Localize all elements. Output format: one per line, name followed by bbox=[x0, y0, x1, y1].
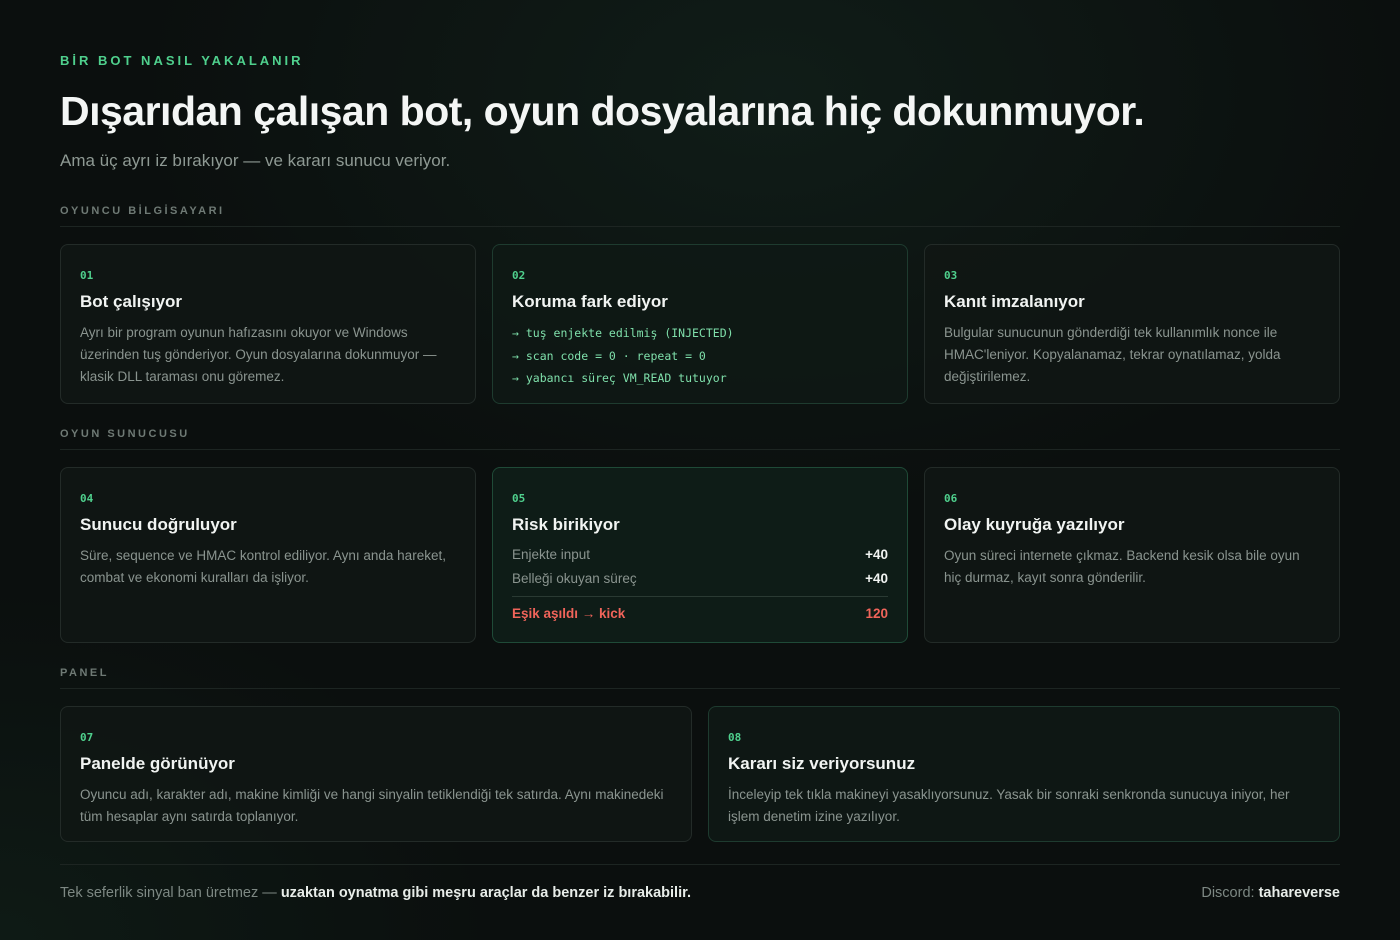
page-title: Dışarıdan çalışan bot, oyun dosyalarına … bbox=[60, 88, 1145, 134]
detection-signals: → tuş enjekte edilmiş (INJECTED) → scan … bbox=[512, 322, 888, 390]
step-description: Süre, sequence ve HMAC kontrol ediliyor.… bbox=[80, 548, 446, 585]
discord-handle[interactable]: tahareverse bbox=[1259, 885, 1340, 901]
section-label-oyuncu-bilgisayari: OYUNCU BİLGİSAYARI bbox=[60, 205, 1340, 227]
step-number: 04 bbox=[80, 492, 94, 505]
signal-line: → tuş enjekte edilmiş (INJECTED) bbox=[512, 326, 734, 340]
step-card-03: 03 Kanıt imzalanıyor Bulgular sunucunun … bbox=[924, 244, 1340, 404]
step-card-06: 06 Olay kuyruğa yazılıyor Oyun süreci in… bbox=[924, 467, 1340, 643]
step-card-08: 08 Kararı siz veriyorsunuz İnceleyip tek… bbox=[708, 706, 1340, 842]
risk-row: Belleği okuyan süreç +40 bbox=[512, 567, 888, 591]
footer-contact: Discord: tahareverse bbox=[1201, 885, 1340, 901]
step-card-07: 07 Panelde görünüyor Oyuncu adı, karakte… bbox=[60, 706, 692, 842]
step-card-01: 01 Bot çalışıyor Ayrı bir program oyunun… bbox=[60, 244, 476, 404]
risk-divider bbox=[512, 596, 888, 597]
footer-note: Tek seferlik sinyal ban üretmez — uzakta… bbox=[60, 885, 691, 901]
step-number: 05 bbox=[512, 492, 526, 505]
risk-total-label: Eşik aşıldı → kick bbox=[512, 606, 626, 621]
risk-value: +40 bbox=[865, 571, 888, 586]
step-description: Bulgular sunucunun gönderdiği tek kullan… bbox=[944, 325, 1281, 384]
signal-line: → yabancı süreç VM_READ tutuyor bbox=[512, 371, 727, 385]
step-card-04: 04 Sunucu doğruluyor Süre, sequence ve H… bbox=[60, 467, 476, 643]
eyebrow: BİR BOT NASIL YAKALANIR bbox=[60, 53, 304, 68]
page-subtitle: Ama üç ayrı iz bırakıyor — ve kararı sun… bbox=[60, 151, 451, 170]
step-description: Oyun süreci internete çıkmaz. Backend ke… bbox=[944, 548, 1300, 585]
step-number: 06 bbox=[944, 492, 958, 505]
step-card-05: 05 Risk birikiyor Enjekte input +40 Bell… bbox=[492, 467, 908, 643]
risk-value: +40 bbox=[865, 547, 888, 562]
contact-label: Discord: bbox=[1201, 885, 1259, 901]
step-number: 03 bbox=[944, 269, 958, 282]
step-title: Risk birikiyor bbox=[512, 515, 620, 534]
risk-total-row: Eşik aşıldı → kick 120 bbox=[512, 601, 888, 627]
step-number: 07 bbox=[80, 731, 94, 744]
step-number: 02 bbox=[512, 269, 526, 282]
risk-row: Enjekte input +40 bbox=[512, 543, 888, 567]
step-description: İnceleyip tek tıkla makineyi yasaklıyors… bbox=[728, 787, 1290, 824]
step-title: Kanıt imzalanıyor bbox=[944, 292, 1085, 311]
step-card-02: 02 Koruma fark ediyor → tuş enjekte edil… bbox=[492, 244, 908, 404]
signal-line: → scan code = 0 · repeat = 0 bbox=[512, 348, 706, 363]
risk-label: Belleği okuyan süreç bbox=[512, 571, 637, 586]
step-description: Ayrı bir program oyunun hafızasını okuyo… bbox=[80, 325, 437, 384]
step-title: Olay kuyruğa yazılıyor bbox=[944, 515, 1125, 534]
footer-note-plain: Tek seferlik sinyal ban üretmez — bbox=[60, 885, 281, 901]
risk-table: Enjekte input +40 Belleği okuyan süreç +… bbox=[512, 543, 888, 627]
section-label-panel: PANEL bbox=[60, 667, 1340, 689]
footer-note-bold: uzaktan oynatma gibi meşru araçlar da be… bbox=[280, 885, 691, 901]
step-title: Kararı siz veriyorsunuz bbox=[728, 754, 916, 773]
step-title: Koruma fark ediyor bbox=[512, 292, 668, 311]
step-title: Panelde görünüyor bbox=[80, 754, 235, 773]
step-title: Sunucu doğruluyor bbox=[80, 515, 237, 534]
footer-divider bbox=[60, 864, 1340, 865]
risk-label: Enjekte input bbox=[512, 547, 591, 562]
risk-total-value: 120 bbox=[865, 606, 888, 621]
step-title: Bot çalışıyor bbox=[80, 292, 183, 311]
step-description: Oyuncu adı, karakter adı, makine kimliği… bbox=[80, 787, 664, 824]
section-label-oyun-sunucusu: OYUN SUNUCUSU bbox=[60, 428, 1340, 450]
step-number: 08 bbox=[728, 731, 742, 744]
step-number: 01 bbox=[80, 269, 94, 282]
